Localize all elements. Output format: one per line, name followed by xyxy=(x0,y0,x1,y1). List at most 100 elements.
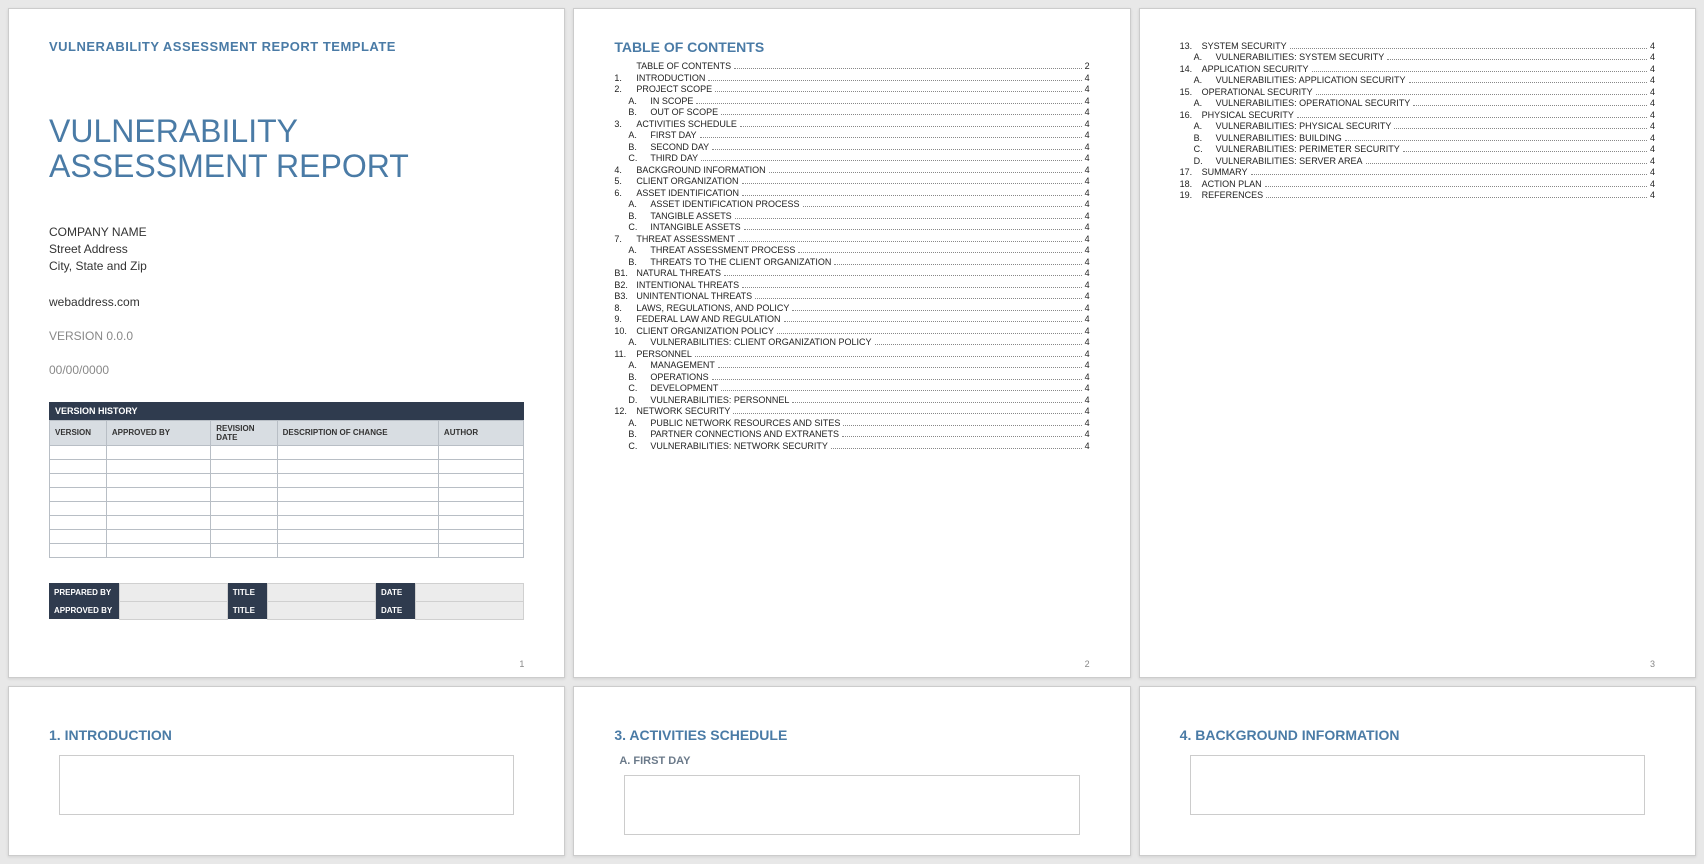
toc-entry: C.DEVELOPMENT4 xyxy=(614,383,1089,393)
toc-label: VULNERABILITIES: SYSTEM SECURITY xyxy=(1216,52,1385,62)
document-title: VULNERABILITY ASSESSMENT REPORT xyxy=(49,114,524,184)
prepared-by-value xyxy=(119,583,227,601)
toc-leader xyxy=(742,183,1082,184)
toc-number: C. xyxy=(1194,144,1216,154)
table-row xyxy=(50,459,524,473)
toc-pagenum: 4 xyxy=(1085,211,1090,221)
toc-label: VULNERABILITIES: OPERATIONAL SECURITY xyxy=(1216,98,1411,108)
toc-leader xyxy=(1345,140,1647,141)
page-number: 2 xyxy=(1085,659,1090,669)
page-4-intro: 1. INTRODUCTION xyxy=(8,686,565,856)
toc-pagenum: 4 xyxy=(1085,84,1090,94)
toc-pagenum: 4 xyxy=(1085,406,1090,416)
toc-leader xyxy=(834,264,1081,265)
toc-leader xyxy=(718,367,1082,368)
toc-leader xyxy=(1366,163,1647,164)
toc-pagenum: 4 xyxy=(1085,130,1090,140)
toc-leader xyxy=(700,137,1082,138)
toc-entry: 8.LAWS, REGULATIONS, AND POLICY4 xyxy=(614,303,1089,313)
toc-pagenum: 4 xyxy=(1085,418,1090,428)
toc-pagenum: 4 xyxy=(1085,291,1090,301)
toc-pagenum: 4 xyxy=(1085,188,1090,198)
section-background: 4. BACKGROUND INFORMATION xyxy=(1180,727,1655,743)
approved-by-label: APPROVED BY xyxy=(49,601,119,619)
toc-number: 6. xyxy=(614,188,636,198)
toc-entry: A.FIRST DAY4 xyxy=(614,130,1089,140)
toc-label: VULNERABILITIES: PERSONNEL xyxy=(650,395,789,405)
toc-entry: B.OUT OF SCOPE4 xyxy=(614,107,1089,117)
toc-number: A. xyxy=(628,245,650,255)
toc-pagenum: 4 xyxy=(1085,119,1090,129)
toc-label: FIRST DAY xyxy=(650,130,696,140)
toc-label: PROJECT SCOPE xyxy=(636,84,712,94)
toc-leader xyxy=(738,241,1082,242)
toc-pagenum: 4 xyxy=(1650,41,1655,51)
toc-pagenum: 4 xyxy=(1085,142,1090,152)
toc-label: CLIENT ORGANIZATION POLICY xyxy=(636,326,774,336)
toc-leader xyxy=(701,160,1081,161)
toc-entry: 14.APPLICATION SECURITY4 xyxy=(1180,64,1655,74)
toc-pagenum: 4 xyxy=(1085,280,1090,290)
toc-leader xyxy=(734,68,1081,69)
toc-label: NETWORK SECURITY xyxy=(636,406,730,416)
toc-number: B. xyxy=(628,211,650,221)
toc-number: 12. xyxy=(614,406,636,416)
toc-label: VULNERABILITIES: NETWORK SECURITY xyxy=(650,441,828,451)
toc-entry: 16.PHYSICAL SECURITY4 xyxy=(1180,110,1655,120)
toc-entry: B3.UNINTENTIONAL THREATS4 xyxy=(614,291,1089,301)
toc-leader xyxy=(755,298,1081,299)
date-value xyxy=(416,601,524,619)
page-number: 3 xyxy=(1650,659,1655,669)
toc-entry: A.PUBLIC NETWORK RESOURCES AND SITES4 xyxy=(614,418,1089,428)
toc-pagenum: 4 xyxy=(1085,372,1090,382)
toc-leader xyxy=(842,436,1082,437)
toc-label: SECOND DAY xyxy=(650,142,709,152)
toc-label: DEVELOPMENT xyxy=(650,383,718,393)
toc-label: OPERATIONS xyxy=(650,372,708,382)
toc-entry: C.VULNERABILITIES: PERIMETER SECURITY4 xyxy=(1180,144,1655,154)
toc-entry: TABLE OF CONTENTS2 xyxy=(614,61,1089,71)
table-row xyxy=(50,501,524,515)
date-label-cell: DATE xyxy=(376,601,416,619)
toc-label: ACTIVITIES SCHEDULE xyxy=(636,119,737,129)
toc-number: B1. xyxy=(614,268,636,278)
toc-pagenum: 4 xyxy=(1650,133,1655,143)
toc-label: BACKGROUND INFORMATION xyxy=(636,165,765,175)
toc-label: CLIENT ORGANIZATION xyxy=(636,176,738,186)
title-value xyxy=(267,583,375,601)
toc-leader xyxy=(1251,174,1647,175)
toc-label: INTRODUCTION xyxy=(636,73,705,83)
toc-number: A. xyxy=(1194,98,1216,108)
toc-entry: A.VULNERABILITIES: PHYSICAL SECURITY4 xyxy=(1180,121,1655,131)
toc-number: 17. xyxy=(1180,167,1202,177)
toc-leader xyxy=(742,195,1082,196)
toc-leader xyxy=(875,344,1082,345)
toc-leader xyxy=(1413,105,1647,106)
date-label: 00/00/0000 xyxy=(49,363,524,377)
page-grid: VULNERABILITY ASSESSMENT REPORT TEMPLATE… xyxy=(8,8,1696,856)
toc-pagenum: 4 xyxy=(1650,52,1655,62)
toc-pagenum: 4 xyxy=(1085,245,1090,255)
toc-number: D. xyxy=(1194,156,1216,166)
toc-pagenum: 4 xyxy=(1650,144,1655,154)
toc-pagenum: 4 xyxy=(1650,179,1655,189)
toc-label: THREAT ASSESSMENT xyxy=(636,234,735,244)
toc-entry: D.VULNERABILITIES: PERSONNEL4 xyxy=(614,395,1089,405)
toc-entry: D.VULNERABILITIES: SERVER AREA4 xyxy=(1180,156,1655,166)
toc-pagenum: 4 xyxy=(1650,190,1655,200)
toc-entry: A.VULNERABILITIES: APPLICATION SECURITY4 xyxy=(1180,75,1655,85)
toc-leader xyxy=(744,229,1082,230)
toc-label: VULNERABILITIES: BUILDING xyxy=(1216,133,1342,143)
toc-number: 16. xyxy=(1180,110,1202,120)
toc-leader xyxy=(792,310,1081,311)
toc-number: A. xyxy=(628,360,650,370)
vh-col-revision-date: REVISION DATE xyxy=(211,420,277,445)
toc-number: C. xyxy=(628,383,650,393)
toc-number: 13. xyxy=(1180,41,1202,51)
table-row xyxy=(50,529,524,543)
content-box xyxy=(624,775,1079,835)
toc-leader xyxy=(1265,186,1647,187)
toc-label: VULNERABILITIES: APPLICATION SECURITY xyxy=(1216,75,1406,85)
toc-pagenum: 4 xyxy=(1650,167,1655,177)
toc-heading: TABLE OF CONTENTS xyxy=(614,39,1089,55)
